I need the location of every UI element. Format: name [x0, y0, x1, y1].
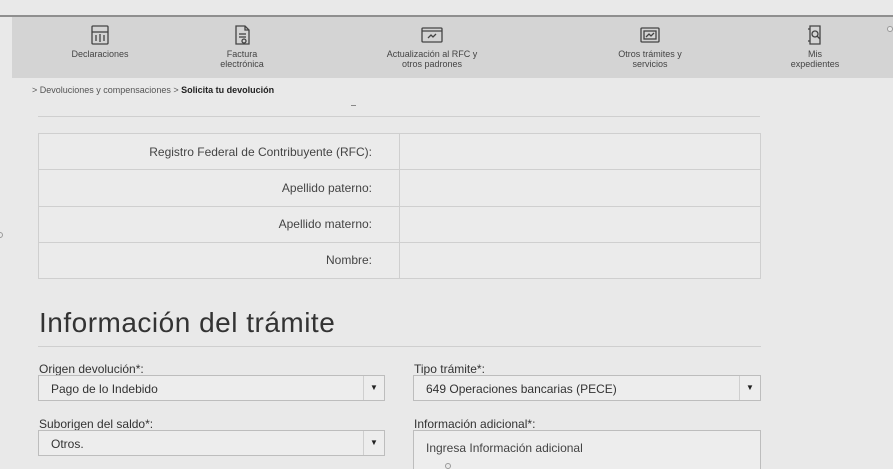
nav-label-otros: Otros trámites y servicios — [618, 49, 682, 69]
nav-label-actualizacion: Actualización al RFC y otros padrones — [386, 49, 478, 69]
nav-actualizacion-rfc[interactable]: Actualización al RFC y otros padrones — [367, 17, 497, 69]
nombre-label: Nombre: — [38, 241, 400, 280]
origen-devolucion-label: Origen devolución*: — [39, 362, 144, 376]
services-icon — [640, 27, 660, 43]
folder-icon — [808, 25, 821, 45]
informacion-adicional-label: Información adicional*: — [414, 417, 536, 431]
nav-declaraciones[interactable]: Declaraciones — [50, 17, 150, 59]
suborigen-label: Suborigen del saldo*: — [39, 417, 154, 431]
apellido-paterno-label: Apellido paterno: — [38, 169, 400, 207]
rfc-update-icon — [421, 27, 443, 43]
edge-dot — [445, 463, 451, 469]
origen-devolucion-select[interactable]: Pago de lo Indebido ▼ — [38, 375, 385, 401]
breadcrumb-current: Solicita tu devolución — [181, 85, 275, 95]
apellido-materno-value — [399, 205, 761, 243]
apellido-materno-label: Apellido materno: — [38, 205, 400, 243]
origen-devolucion-value: Pago de lo Indebido — [51, 382, 158, 396]
calculator-icon — [91, 25, 109, 45]
edge-dot — [887, 26, 893, 32]
breadcrumb-trail[interactable]: > Devoluciones y compensaciones > — [32, 85, 181, 95]
caret-down-icon[interactable]: ▼ — [363, 431, 384, 455]
section-divider — [38, 346, 761, 347]
table-row: Registro Federal de Contribuyente (RFC): — [38, 132, 761, 171]
caret-down-icon[interactable]: ▼ — [739, 376, 760, 400]
rfc-label: Registro Federal de Contribuyente (RFC): — [38, 132, 400, 171]
nav-factura[interactable]: Factura electrónica — [207, 17, 277, 69]
nav-label-factura: Factura electrónica — [220, 49, 264, 69]
informacion-adicional-placeholder: Ingresa Información adicional — [426, 441, 583, 455]
main-navbar: Declaraciones Factura electrónica Actual… — [12, 17, 893, 78]
taxpayer-info-table: Registro Federal de Contribuyente (RFC):… — [38, 132, 761, 280]
nav-mis-expedientes[interactable]: Mis expedientes — [780, 17, 850, 69]
tipo-tramite-label: Tipo trámite*: — [414, 362, 485, 376]
informacion-adicional-textarea[interactable]: Ingresa Información adicional — [413, 430, 761, 469]
divider — [38, 116, 760, 117]
suborigen-select[interactable]: Otros. ▼ — [38, 430, 385, 456]
nav-label-declaraciones: Declaraciones — [71, 49, 129, 59]
table-row: Apellido paterno: — [38, 169, 761, 207]
nav-label-expedientes: Mis expedientes — [790, 49, 840, 69]
section-title: Información del trámite — [39, 307, 336, 338]
nav-otros-tramites[interactable]: Otros trámites y servicios — [595, 17, 705, 69]
table-row: Apellido materno: — [38, 205, 761, 243]
invoice-icon — [235, 25, 250, 45]
table-row: Nombre: — [38, 241, 761, 280]
divider-mark — [351, 105, 356, 106]
tipo-tramite-select[interactable]: 649 Operaciones bancarias (PECE) ▼ — [413, 375, 761, 401]
rfc-value — [399, 132, 761, 171]
edge-dot — [0, 232, 3, 238]
breadcrumb: > Devoluciones y compensaciones > Solici… — [32, 85, 274, 95]
tipo-tramite-value: 649 Operaciones bancarias (PECE) — [426, 382, 617, 396]
apellido-paterno-value — [399, 169, 761, 207]
nombre-value — [399, 241, 761, 280]
suborigen-value: Otros. — [51, 437, 84, 451]
caret-down-icon[interactable]: ▼ — [363, 376, 384, 400]
